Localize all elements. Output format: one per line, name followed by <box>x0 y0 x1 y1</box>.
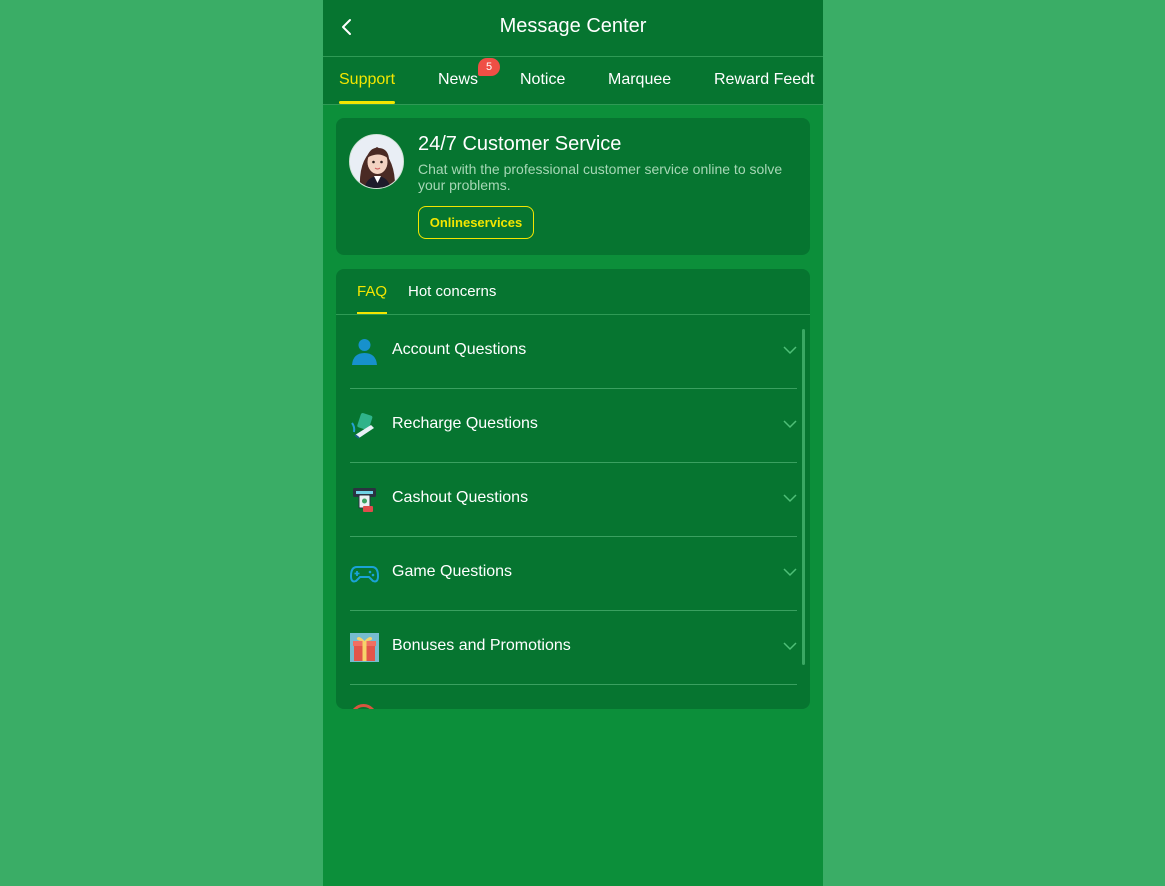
faq-list: Account Questions Recharge Questions Cas… <box>350 315 797 685</box>
app-screen: Message Center Support News 5 Notice Mar… <box>323 0 823 886</box>
faq-panel: FAQ Hot concerns Account Questions Recha… <box>336 269 810 709</box>
faq-item-label: Cashout Questions <box>392 489 529 506</box>
faq-item-game[interactable]: Game Questions <box>350 537 797 611</box>
faq-tab-indicator <box>357 312 387 314</box>
tab-news[interactable]: News <box>438 71 478 89</box>
tab-notice[interactable]: Notice <box>520 71 565 89</box>
tab-hot-concerns[interactable]: Hot concerns <box>408 283 496 300</box>
recharge-icon <box>351 413 374 439</box>
next-item-icon <box>350 704 377 709</box>
customer-service-card: 24/7 Customer Service Chat with the prof… <box>336 118 810 255</box>
faq-item-label: Account Questions <box>392 341 527 358</box>
faq-tabs: FAQ Hot concerns <box>336 269 810 315</box>
atm-icon <box>353 488 376 512</box>
online-services-button[interactable]: Onlineservices <box>418 206 534 239</box>
faq-item-cashout[interactable]: Cashout Questions <box>350 463 797 537</box>
tab-faq[interactable]: FAQ <box>357 283 387 300</box>
agent-avatar <box>349 134 404 189</box>
faq-scrollbar[interactable] <box>802 329 805 665</box>
active-tab-indicator <box>339 101 395 104</box>
faq-item-account[interactable]: Account Questions <box>350 315 797 389</box>
chevron-down-icon <box>783 420 797 429</box>
customer-service-title: 24/7 Customer Service <box>418 133 622 155</box>
agent-avatar-icon <box>350 135 403 188</box>
gift-icon <box>350 633 379 662</box>
customer-service-description: Chat with the professional customer serv… <box>418 161 783 193</box>
chevron-down-icon <box>783 346 797 355</box>
user-icon <box>352 339 377 365</box>
faq-item-bonuses[interactable]: Bonuses and Promotions <box>350 611 797 685</box>
chevron-down-icon <box>783 568 797 577</box>
chevron-down-icon <box>783 494 797 503</box>
page-title: Message Center <box>499 15 647 37</box>
faq-item-label: Bonuses and Promotions <box>392 637 571 654</box>
chevron-down-icon <box>783 642 797 651</box>
gamepad-icon <box>350 566 379 583</box>
tab-support[interactable]: Support <box>339 71 395 89</box>
message-tabs: Support News 5 Notice Marquee Reward Fee… <box>323 57 823 105</box>
news-unread-badge: 5 <box>478 58 500 76</box>
top-bar: Message Center <box>323 0 823 57</box>
tab-reward-feedback[interactable]: Reward Feedt <box>714 71 815 89</box>
faq-item-label: Recharge Questions <box>392 415 538 432</box>
faq-item-recharge[interactable]: Recharge Questions <box>350 389 797 463</box>
tab-marquee[interactable]: Marquee <box>608 71 671 89</box>
faq-item-label: Game Questions <box>392 563 513 580</box>
